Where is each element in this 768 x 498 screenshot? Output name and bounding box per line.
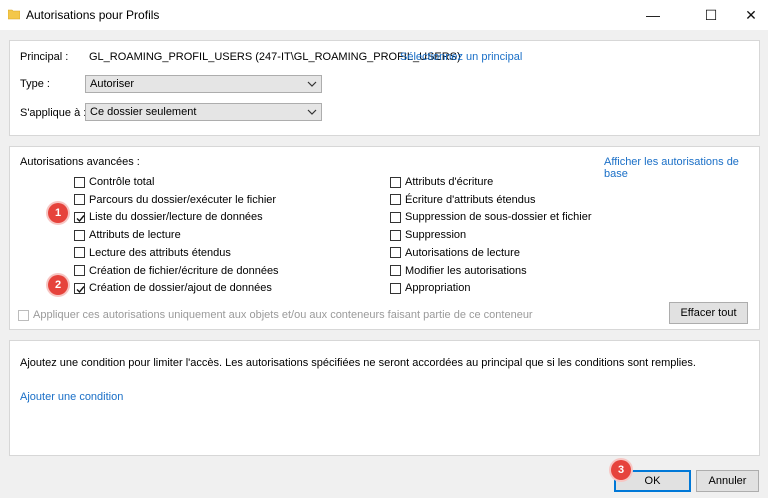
permission-label: Lecture des attributs étendus	[89, 246, 231, 259]
permission-label: Appropriation	[405, 282, 471, 295]
annotation-badge: 3	[611, 460, 631, 480]
checkbox-box	[74, 247, 85, 259]
applies-to-label: S'applique à :	[20, 107, 87, 119]
checkbox-checked	[74, 282, 85, 294]
permission-label: Suppression de sous-dossier et fichier	[405, 211, 592, 224]
permission-checkbox[interactable]: Parcours du dossier/exécuter le fichier	[74, 193, 276, 207]
advanced-permissions-panel: Autorisations avancées : Afficher les au…	[9, 146, 760, 330]
add-condition-link[interactable]: Ajouter une condition	[20, 391, 123, 403]
principal-label: Principal :	[20, 51, 69, 63]
type-select[interactable]: Autoriser	[85, 75, 322, 93]
permission-checkbox[interactable]: Suppression de sous-dossier et fichier	[390, 210, 591, 224]
chevron-down-icon	[307, 109, 317, 115]
checkbox-box	[390, 229, 401, 241]
type-select-value: Autoriser	[90, 78, 135, 90]
checkbox-box	[390, 211, 401, 223]
permission-checkbox[interactable]: Contrôle total	[74, 175, 154, 189]
apply-inherit-label: Appliquer ces autorisations uniquement a…	[33, 309, 533, 321]
checkmark-icon	[76, 285, 85, 293]
permission-label: Liste du dossier/lecture de données	[89, 211, 263, 224]
permission-checkbox[interactable]: Création de fichier/écriture de données	[74, 264, 279, 278]
checkbox-checked	[74, 211, 85, 223]
permission-checkbox[interactable]: Modifier les autorisations	[390, 264, 527, 278]
apply-inherit-checkbox[interactable]: Appliquer ces autorisations uniquement a…	[18, 308, 533, 322]
close-button[interactable]: ✕	[728, 0, 768, 30]
show-basic-permissions-link[interactable]: Afficher les autorisations de base	[604, 156, 759, 180]
permission-checkbox[interactable]: Écriture d'attributs étendus	[390, 193, 536, 207]
applies-to-select[interactable]: Ce dossier seulement	[85, 103, 322, 121]
permission-checkbox[interactable]: Liste du dossier/lecture de données	[74, 210, 263, 224]
checkmark-icon	[76, 214, 85, 222]
checkbox-box	[74, 194, 85, 206]
permission-label: Attributs de lecture	[89, 229, 181, 242]
permission-label: Création de dossier/ajout de données	[89, 282, 272, 295]
checkbox-box	[74, 176, 85, 188]
condition-text: Ajoutez une condition pour limiter l'acc…	[20, 357, 696, 369]
permission-checkbox[interactable]: Attributs de lecture	[74, 228, 181, 242]
minimize-button[interactable]: —	[630, 0, 676, 30]
checkbox-box	[18, 309, 29, 321]
type-label: Type :	[20, 78, 50, 90]
advanced-permissions-label: Autorisations avancées :	[20, 156, 140, 168]
permission-checkbox[interactable]: Appropriation	[390, 281, 470, 295]
clear-all-button[interactable]: Effacer tout	[669, 302, 748, 324]
checkbox-box	[74, 229, 85, 241]
conditions-panel: Ajoutez une condition pour limiter l'acc…	[9, 340, 760, 456]
permission-checkbox[interactable]: Autorisations de lecture	[390, 246, 520, 260]
annotation-badge: 1	[48, 203, 68, 223]
checkbox-box	[390, 282, 401, 294]
permission-label: Autorisations de lecture	[405, 246, 520, 259]
chevron-down-icon	[307, 81, 317, 87]
permission-label: Parcours du dossier/exécuter le fichier	[89, 193, 277, 206]
permission-label: Attributs d'écriture	[405, 176, 494, 188]
permission-label: Suppression	[405, 229, 467, 242]
folder-icon	[8, 9, 20, 20]
annotation-badge: 2	[48, 275, 68, 295]
footer-bar: OK Annuler	[0, 462, 768, 498]
applies-to-select-value: Ce dossier seulement	[90, 106, 197, 118]
checkbox-box	[390, 194, 401, 206]
checkbox-box	[390, 265, 401, 276]
window-title: Autorisations pour Profils	[26, 8, 160, 22]
title-bar: Autorisations pour Profils — ☐ ✕	[0, 0, 768, 30]
permission-checkbox[interactable]: Lecture des attributs étendus	[74, 246, 231, 260]
permission-checkbox[interactable]: Suppression	[390, 228, 466, 242]
checkbox-box	[390, 176, 401, 188]
principal-panel: Principal : GL_ROAMING_PROFIL_USERS (247…	[9, 40, 760, 136]
cancel-button[interactable]: Annuler	[696, 470, 759, 492]
checkbox-box	[74, 265, 85, 276]
permission-checkbox[interactable]: Attributs d'écriture	[390, 175, 493, 189]
permission-label: Création de fichier/écriture de données	[89, 264, 279, 277]
select-principal-link[interactable]: Sélectionnez un principal	[400, 51, 522, 63]
permission-label: Contrôle total	[89, 176, 155, 188]
permission-label: Modifier les autorisations	[405, 264, 527, 277]
checkbox-box	[390, 247, 401, 259]
permission-checkbox[interactable]: Création de dossier/ajout de données	[74, 281, 272, 295]
permission-label: Écriture d'attributs étendus	[405, 193, 536, 206]
